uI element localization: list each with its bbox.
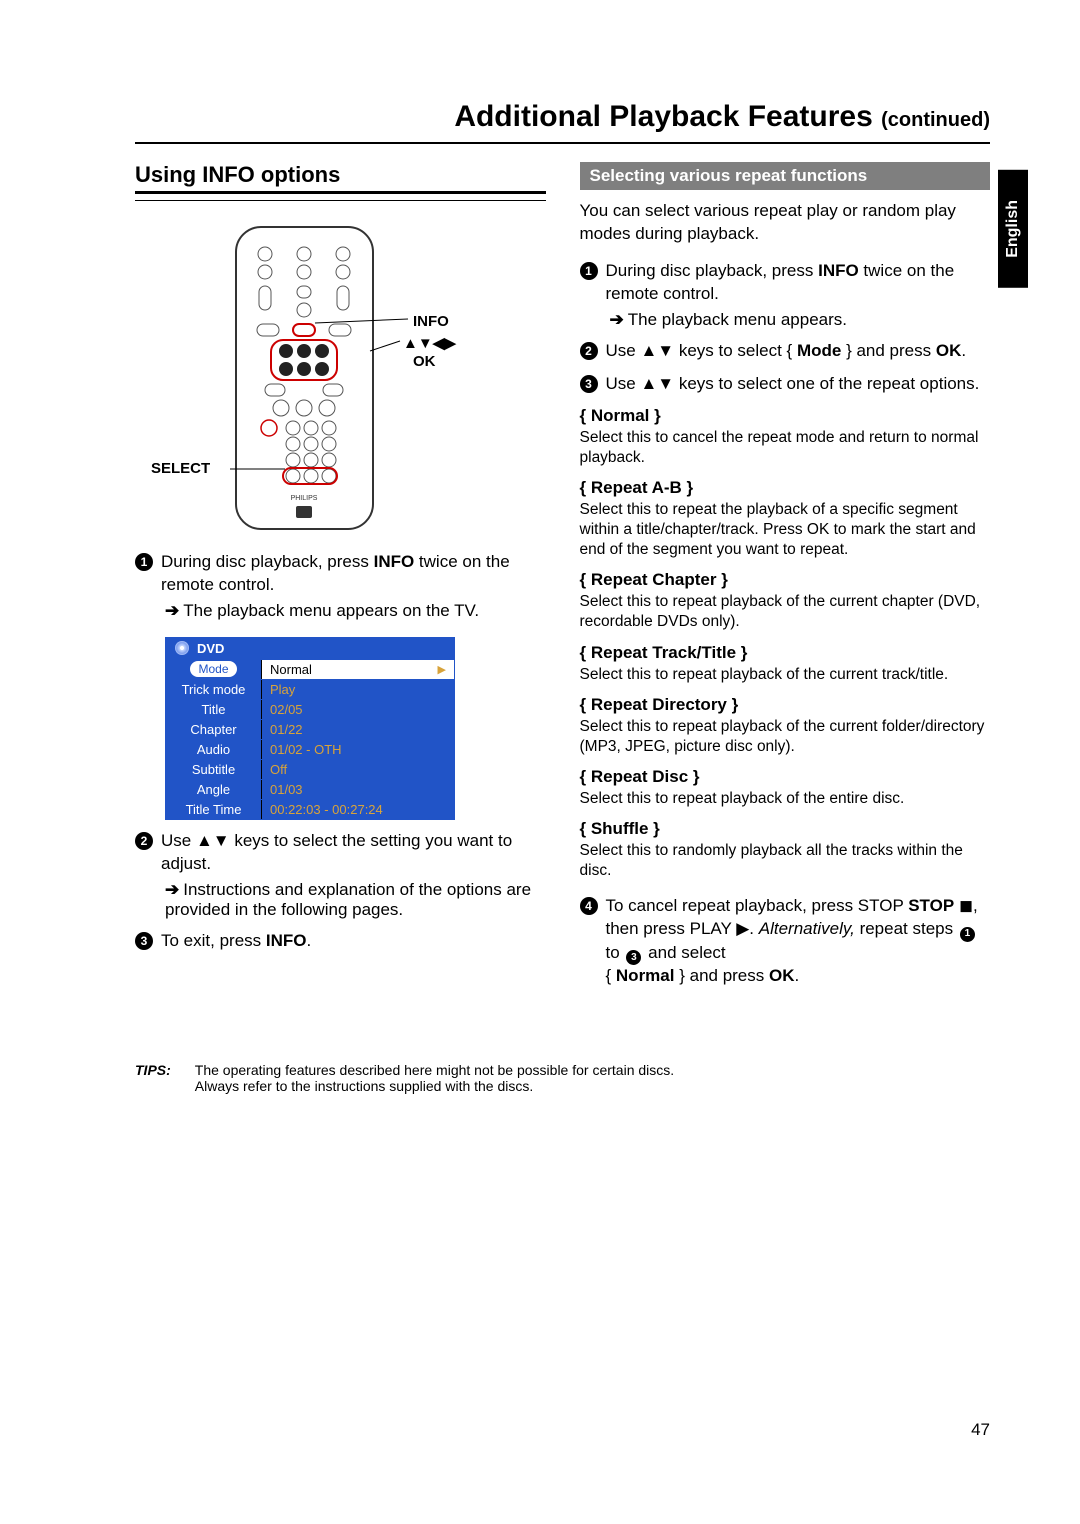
disc-icon — [175, 641, 189, 655]
repeat-option-name: { Repeat Disc } — [580, 767, 991, 787]
right-step-1-result: ➔The playback menu appears. — [610, 310, 991, 330]
step-number-icon: 3 — [626, 950, 641, 965]
right-step-1-text: During disc playback, press INFO twice o… — [606, 260, 991, 306]
left-step-2-text: Use ▲▼ keys to select the setting you wa… — [161, 830, 546, 876]
repeat-option-desc: Select this to repeat playback of the en… — [580, 789, 991, 809]
right-step-3: 3 Use ▲▼ keys to select one of the repea… — [580, 373, 991, 396]
repeat-option: { Normal }Select this to cancel the repe… — [580, 406, 991, 468]
repeat-option-desc: Select this to cancel the repeat mode an… — [580, 428, 991, 468]
step-number-icon: 1 — [135, 553, 153, 571]
remote-illustration: PHILIPS INFO ▲▼◀▶ OK SELECT — [135, 221, 546, 541]
repeat-option: { Repeat Directory }Select this to repea… — [580, 695, 991, 757]
left-step-3-text: To exit, press INFO. — [161, 930, 546, 953]
osd-row: ModeNormal▶ — [165, 660, 455, 680]
repeat-option-name: { Shuffle } — [580, 819, 991, 839]
osd-row-value: 02/05 — [261, 700, 454, 719]
right-column: Selecting various repeat functions You c… — [580, 162, 991, 992]
repeat-option-desc: Select this to repeat playback of the cu… — [580, 717, 991, 757]
osd-row-label: Trick mode — [166, 680, 261, 699]
osd-row-label: Title Time — [166, 800, 261, 819]
repeat-option-name: { Repeat Track/Title } — [580, 643, 991, 663]
repeat-option-desc: Select this to repeat the playback of a … — [580, 500, 991, 560]
section-title-using-info: Using INFO options — [135, 162, 546, 188]
osd-row-label: Audio — [166, 740, 261, 759]
step-number-icon: 1 — [960, 927, 975, 942]
osd-row-value: 01/22 — [261, 720, 454, 739]
step-number-icon: 2 — [135, 832, 153, 850]
section-bar-repeat: Selecting various repeat functions — [580, 162, 991, 190]
osd-row: Chapter01/22 — [165, 720, 455, 740]
osd-row: SubtitleOff — [165, 760, 455, 780]
repeat-option-desc: Select this to repeat playback of the cu… — [580, 665, 991, 685]
osd-row-label: Mode — [166, 660, 261, 679]
osd-row: Trick modePlay — [165, 680, 455, 700]
chapter-title-suffix: (continued) — [881, 109, 990, 131]
step-number-icon: 3 — [580, 375, 598, 393]
osd-row-label: Chapter — [166, 720, 261, 739]
left-step-2: 2 Use ▲▼ keys to select the setting you … — [135, 830, 546, 876]
osd-header-text: DVD — [197, 641, 224, 656]
step-number-icon: 1 — [580, 262, 598, 280]
repeat-option: { Repeat Disc }Select this to repeat pla… — [580, 767, 991, 809]
tips-label: TIPS: — [135, 1062, 171, 1094]
osd-row: Title Time00:22:03 - 00:27:24 — [165, 800, 455, 820]
right-step-2: 2 Use ▲▼ keys to select { Mode } and pre… — [580, 340, 991, 363]
right-step-3-text: Use ▲▼ keys to select one of the repeat … — [606, 373, 991, 396]
chapter-title: Additional Playback Features (continued) — [135, 100, 990, 134]
osd-row-label: Title — [166, 700, 261, 719]
osd-row-value: Off — [261, 760, 454, 779]
repeat-option-name: { Repeat Chapter } — [580, 570, 991, 590]
right-step-4-text: To cancel repeat playback, press STOP ST… — [606, 895, 991, 987]
step-number-icon: 2 — [580, 342, 598, 360]
left-step-3: 3 To exit, press INFO. — [135, 930, 546, 953]
osd-table: DVD ModeNormal▶Trick modePlayTitle02/05C… — [165, 637, 455, 820]
osd-row-label: Subtitle — [166, 760, 261, 779]
right-step-1: 1 During disc playback, press INFO twice… — [580, 260, 991, 306]
repeat-option: { Shuffle }Select this to randomly playb… — [580, 819, 991, 881]
right-step-2-text: Use ▲▼ keys to select { Mode } and press… — [606, 340, 991, 363]
step-number-icon: 3 — [135, 932, 153, 950]
repeat-option-desc: Select this to repeat playback of the cu… — [580, 592, 991, 632]
osd-row: Audio01/02 - OTH — [165, 740, 455, 760]
osd-row-value: 01/03 — [261, 780, 454, 799]
left-step-2-result: ➔Instructions and explanation of the opt… — [165, 880, 546, 920]
osd-row-value: Play — [261, 680, 454, 699]
left-step-1-result: ➔The playback menu appears on the TV. — [165, 601, 546, 621]
section-underline — [135, 191, 546, 201]
right-intro: You can select various repeat play or ra… — [580, 200, 991, 246]
chapter-title-text: Additional Playback Features — [454, 100, 872, 133]
play-indicator-icon: ▶ — [438, 663, 446, 676]
right-step-4: 4 To cancel repeat playback, press STOP … — [580, 895, 991, 987]
repeat-option: { Repeat A-B }Select this to repeat the … — [580, 478, 991, 560]
osd-row: Title02/05 — [165, 700, 455, 720]
tips-footer: TIPS: The operating features described h… — [135, 1062, 990, 1094]
repeat-option-name: { Repeat Directory } — [580, 695, 991, 715]
repeat-option-name: { Repeat A-B } — [580, 478, 991, 498]
osd-row: Angle01/03 — [165, 780, 455, 800]
osd-row-value: Normal▶ — [261, 660, 454, 679]
osd-row-value: 00:22:03 - 00:27:24 — [261, 800, 454, 819]
repeat-option: { Repeat Chapter }Select this to repeat … — [580, 570, 991, 632]
repeat-option-name: { Normal } — [580, 406, 991, 426]
page-number: 47 — [971, 1420, 990, 1440]
step-number-icon: 4 — [580, 897, 598, 915]
title-rule — [135, 142, 990, 144]
repeat-option-desc: Select this to randomly playback all the… — [580, 841, 991, 881]
language-tab: English — [998, 170, 1028, 288]
left-column: Using INFO options — [135, 162, 546, 992]
osd-row-value: 01/02 - OTH — [261, 740, 454, 759]
osd-header: DVD — [165, 637, 455, 660]
tips-text: The operating features described here mi… — [195, 1062, 674, 1094]
osd-row-label: Angle — [166, 780, 261, 799]
manual-page: English Additional Playback Features (co… — [0, 0, 1080, 1524]
left-step-1: 1 During disc playback, press INFO twice… — [135, 551, 546, 597]
left-step-1-text: During disc playback, press INFO twice o… — [161, 551, 546, 597]
repeat-option: { Repeat Track/Title }Select this to rep… — [580, 643, 991, 685]
remote-leader-lines — [135, 221, 495, 541]
